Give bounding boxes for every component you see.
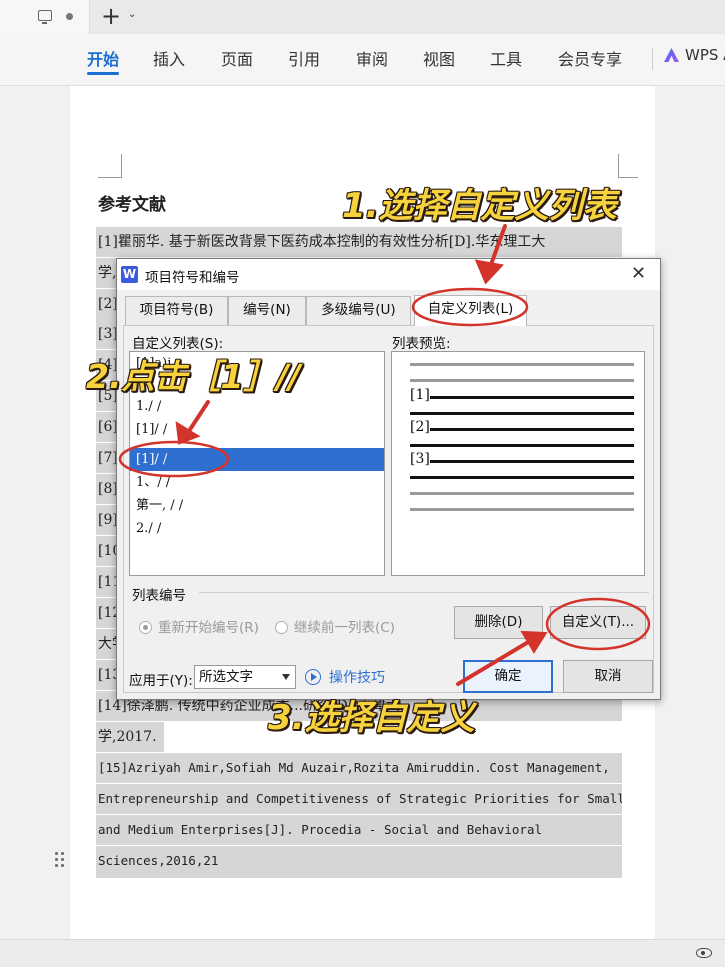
tab-strip: + ⌄: [0, 0, 725, 34]
tab-bullets[interactable]: 项目符号(B): [125, 296, 228, 325]
play-icon: [305, 669, 321, 685]
reference-line[interactable]: [6]: [96, 412, 118, 442]
reference-line[interactable]: [1]瞿丽华. 基于新医改背景下医药成本控制的有效性分析[D].华东理工大: [96, 227, 622, 257]
reference-line[interactable]: Sciences,2016,21: [96, 846, 622, 878]
reference-line[interactable]: 学,: [96, 258, 118, 288]
reference-line[interactable]: and Medium Enterprises[J]. Procedia - So…: [96, 815, 622, 845]
reference-line[interactable]: [7]: [96, 443, 118, 473]
preview-line: [410, 508, 634, 511]
chevron-down-icon[interactable]: ⌄: [128, 9, 136, 20]
wps-ai-label: WPS AI: [685, 46, 725, 64]
tab-numbering[interactable]: 编号(N): [228, 296, 306, 325]
preview-line: [430, 396, 634, 399]
list-numbering-group-label: 列表编号: [132, 588, 186, 604]
references-heading: 参考文献: [98, 195, 166, 215]
ribbon-divider: [652, 48, 653, 70]
reference-line[interactable]: [8]: [96, 474, 118, 504]
dialog-title-bar: W 项目符号和编号 ✕: [117, 259, 660, 290]
delete-button[interactable]: 删除(D): [454, 606, 543, 639]
status-bar: [0, 939, 725, 967]
dialog-title: 项目符号和编号: [145, 270, 240, 286]
preview-label: 列表预览:: [392, 336, 451, 352]
chevron-down-icon: [282, 674, 290, 680]
group-divider: [199, 592, 649, 593]
tips-label: 操作技巧: [329, 670, 385, 686]
list-item[interactable]: [1]/ /: [130, 418, 384, 441]
custom-list-label: 自定义列表(S):: [132, 336, 224, 352]
list-item[interactable]: 第一, / /: [130, 494, 384, 517]
preview-line: [410, 363, 634, 366]
radio-label: 继续前一列表(C): [294, 620, 395, 636]
reference-line[interactable]: [15]Azriyah Amir,Sofiah Md Auzair,Rozita…: [96, 753, 622, 783]
close-icon[interactable]: ✕: [631, 263, 646, 284]
bullets-numbering-dialog: W 项目符号和编号 ✕ 项目符号(B) 编号(N) 多级编号(U) 自定义列表(…: [116, 258, 661, 700]
restart-numbering-radio[interactable]: 重新开始编号(R): [139, 616, 259, 636]
list-item[interactable]: 2./ /: [130, 517, 384, 540]
wps-ai-button[interactable]: WPS AI: [664, 46, 725, 64]
apply-to-select[interactable]: 所选文字: [194, 665, 296, 689]
list-preview: [1] [2] [3]: [391, 351, 645, 576]
unsaved-dot-icon: [66, 13, 73, 20]
list-item[interactable]: 1./ /: [130, 395, 384, 418]
active-menu-indicator: [87, 72, 119, 75]
reference-line[interactable]: 学,2017.: [96, 722, 164, 752]
menu-insert[interactable]: 插入: [153, 46, 185, 70]
reference-line[interactable]: 大学: [96, 629, 118, 659]
continue-list-radio[interactable]: 继续前一列表(C): [275, 616, 395, 636]
reference-line[interactable]: [2]: [96, 289, 118, 319]
preview-line: [410, 379, 634, 382]
tab-multilevel[interactable]: 多级编号(U): [306, 296, 411, 325]
wps-writer-icon: W: [121, 266, 138, 283]
preview-line: [410, 444, 634, 447]
new-tab-button[interactable]: +: [101, 4, 121, 28]
menu-review[interactable]: 审阅: [356, 46, 388, 70]
monitor-icon: [38, 10, 52, 24]
drag-handle-icon[interactable]: [55, 852, 65, 868]
menu-references[interactable]: 引用: [288, 46, 320, 70]
preview-tag: [2]: [410, 419, 430, 435]
ok-button[interactable]: 确定: [463, 660, 553, 693]
crop-mark: [618, 154, 638, 178]
reference-line[interactable]: [3]: [96, 319, 118, 349]
menu-page[interactable]: 页面: [221, 46, 253, 70]
wps-ai-logo-icon: [664, 48, 679, 62]
annotation-step2: 2.点击［1］//: [86, 357, 301, 396]
tips-link[interactable]: 操作技巧: [305, 667, 385, 687]
crop-mark: [98, 154, 122, 178]
radio-circle: [275, 621, 288, 634]
tab-custom-list[interactable]: 自定义列表(L): [414, 295, 527, 326]
preview-tag: [1]: [410, 387, 430, 403]
preview-tag: [3]: [410, 451, 430, 467]
menu-start[interactable]: 开始: [87, 46, 119, 70]
annotation-step3: 3.选择自定义: [268, 698, 475, 738]
menu-view[interactable]: 视图: [423, 46, 455, 70]
radio-label: 重新开始编号(R): [158, 620, 259, 636]
reference-line[interactable]: [13: [96, 660, 118, 690]
menu-tools[interactable]: 工具: [490, 46, 522, 70]
preview-line: [410, 412, 634, 415]
preview-line: [410, 476, 634, 479]
list-item-selected[interactable]: [1]/ /: [130, 448, 384, 471]
list-item[interactable]: 1、/ /: [130, 471, 384, 494]
radio-circle: [139, 621, 152, 634]
reference-line[interactable]: [10: [96, 536, 118, 566]
reference-line[interactable]: [11: [96, 567, 118, 597]
reference-line[interactable]: [12: [96, 598, 118, 628]
preview-line: [430, 460, 634, 463]
cancel-button[interactable]: 取消: [563, 660, 653, 693]
ribbon-menu: 开始 插入 页面 引用 审阅 视图 工具 会员专享 WPS AI: [0, 34, 725, 86]
menu-member[interactable]: 会员专享: [558, 46, 622, 70]
annotation-step1: 1.选择自定义列表: [342, 186, 617, 226]
reference-line[interactable]: [9]: [96, 505, 118, 535]
custom-button[interactable]: 自定义(T)...: [550, 606, 646, 639]
preview-line: [410, 492, 634, 495]
reference-line[interactable]: Entrepreneurship and Competitiveness of …: [96, 784, 622, 814]
apply-to-value: 所选文字: [199, 669, 253, 685]
document-tab[interactable]: [0, 0, 90, 34]
eye-icon[interactable]: [696, 948, 712, 958]
preview-line: [430, 428, 634, 431]
apply-to-label: 应用于(Y):: [129, 673, 193, 689]
